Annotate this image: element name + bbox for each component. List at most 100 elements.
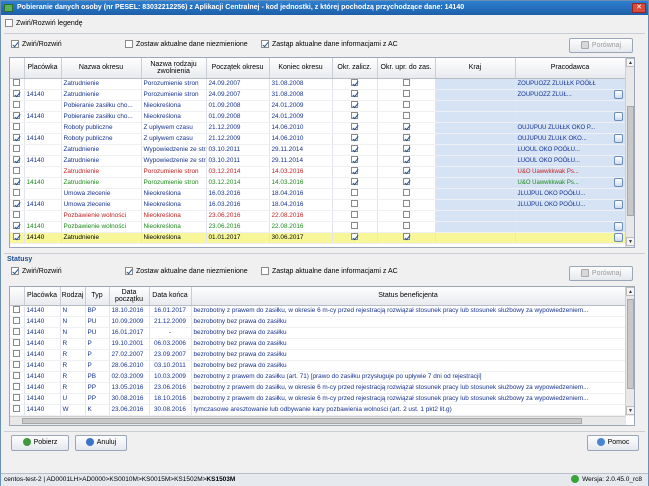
table-row[interactable]: 14140 Pobieranie zasiłku cho... Nieokreślo… (10, 111, 626, 123)
okr-upr-checkbox[interactable] (402, 123, 410, 131)
table-row[interactable]: 14140 W K 23.06.2016 30.08.2016 tymczasowe ar… (10, 404, 626, 416)
magnifier-icon[interactable] (613, 155, 623, 165)
row-select-checkbox[interactable] (13, 394, 21, 402)
magnifier-icon[interactable] (613, 89, 623, 99)
table-row[interactable]: 14140 N PU 10.09.2009 21.12.2009 bezrobotny b… (10, 316, 626, 328)
table-row[interactable]: Zatrudnienie Porozumienie stron 24.09.2007… (10, 78, 626, 90)
statusy-col-header[interactable]: Data końca (149, 287, 192, 306)
okr-upr-checkbox[interactable] (402, 145, 410, 153)
scroll-up-icon[interactable]: ▲ (626, 287, 634, 296)
row-select-checkbox[interactable] (13, 79, 21, 87)
table-row[interactable]: 14140 Zatrudnienie Wypowiedzenie ze str...… (10, 155, 626, 167)
okr-zalicz-checkbox[interactable] (351, 112, 358, 120)
row-select-checkbox[interactable] (13, 222, 21, 230)
okr-zalicz-checkbox[interactable] (351, 200, 358, 208)
row-select-checkbox[interactable] (13, 405, 21, 413)
okr-upr-checkbox[interactable] (402, 134, 410, 142)
statusy-hscroll[interactable] (10, 416, 625, 425)
table-row[interactable]: Pozbawienie wolności Nieokreślona 23.06.20… (10, 210, 626, 222)
okresy-col-header[interactable]: Placówka (24, 58, 62, 79)
magnifier-icon[interactable] (613, 233, 623, 242)
okr-zalicz-checkbox[interactable] (351, 134, 358, 142)
row-select-checkbox[interactable] (13, 123, 21, 131)
statusy-col-header[interactable]: Status beneficjenta (191, 287, 626, 306)
close-window-button[interactable]: ✕ (632, 3, 646, 13)
statusy-vscroll[interactable]: ▲ ▼ (625, 287, 634, 416)
statusy-hscroll-thumb[interactable] (22, 418, 582, 424)
pomoc-button[interactable]: Pomoc (587, 435, 639, 451)
okresy-keep-checkbox[interactable] (125, 40, 133, 49)
okresy-col-header[interactable]: Nazwa okresu (61, 58, 142, 79)
okresy-col-header[interactable]: Okr. upr. do zas. (377, 58, 436, 79)
magnifier-icon[interactable] (613, 177, 623, 187)
table-row[interactable]: 14140 Pozbawienie wolności Nieokreślona 23.… (10, 221, 626, 233)
statusy-compare-button[interactable]: Porównaj (569, 266, 633, 281)
okr-zalicz-checkbox[interactable] (351, 123, 358, 131)
row-select-checkbox[interactable] (13, 101, 21, 109)
row-select-checkbox[interactable] (13, 134, 21, 142)
okresy-keep-option[interactable]: Zostaw aktualne dane niezmienione (125, 40, 248, 49)
legend-toggle[interactable]: Zwiń/Rozwiń legendę (5, 19, 83, 28)
table-row[interactable]: Pobieranie zasiłku cho... Nieokreślona 01.… (10, 100, 626, 112)
magnifier-icon[interactable] (613, 133, 623, 143)
table-row[interactable]: 14140 R PP 13.05.2016 23.06.2016 bezrobotny z… (10, 382, 626, 394)
magnifier-icon[interactable] (613, 222, 623, 231)
okr-upr-checkbox[interactable] (402, 167, 410, 175)
okr-upr-checkbox[interactable] (402, 222, 410, 230)
okr-zalicz-checkbox[interactable] (351, 178, 358, 186)
statusy-col-header[interactable] (10, 287, 25, 306)
okresy-col-header[interactable]: Początek okresu (206, 58, 270, 79)
table-row[interactable]: 14140 R P 28.06.2010 03.10.2011 bezrobotny be… (10, 360, 626, 372)
okresy-col-header[interactable]: Okr. zalicz. (332, 58, 378, 79)
okr-zalicz-checkbox[interactable] (351, 189, 358, 197)
okr-zalicz-checkbox[interactable] (351, 233, 358, 241)
okr-upr-checkbox[interactable] (402, 233, 410, 241)
okr-upr-checkbox[interactable] (402, 189, 410, 197)
statusy-col-header[interactable]: Typ (85, 287, 110, 306)
okr-upr-checkbox[interactable] (402, 211, 410, 219)
okresy-col-header[interactable] (10, 58, 25, 79)
okr-upr-checkbox[interactable] (402, 178, 410, 186)
okresy-replace-option[interactable]: Zastąp aktualne dane informacjami z AC (261, 40, 398, 49)
statusy-col-header[interactable]: Placówka (24, 287, 61, 306)
okr-zalicz-checkbox[interactable] (351, 167, 358, 175)
table-row[interactable]: 14140 Zatrudnienie Porozumienie stron 03.12… (10, 177, 626, 189)
okr-zalicz-checkbox[interactable] (351, 145, 358, 153)
okresy-compare-button[interactable]: Porównaj (569, 38, 633, 53)
statusy-col-header[interactable]: Data początku (109, 287, 150, 306)
table-row[interactable]: Umowa zlecenie Nieokreślona 16.03.2016 18.0… (10, 188, 626, 200)
row-select-checkbox[interactable] (13, 361, 21, 369)
pobierz-button[interactable]: Pobierz (11, 435, 69, 451)
table-row[interactable]: Roboty publiczne Z upływem czasu 21.12.200… (10, 122, 626, 134)
legend-toggle-checkbox[interactable] (5, 19, 13, 28)
row-select-checkbox[interactable] (13, 156, 21, 164)
okresy-vscroll[interactable]: ▲ ▼ (625, 58, 634, 247)
statusy-collapse-checkbox[interactable] (11, 267, 19, 276)
table-row[interactable]: 14140 R P 19.10.2001 06.03.2006 bezrobotny be… (10, 338, 626, 350)
okresy-scroll-thumb[interactable] (627, 106, 634, 216)
okr-upr-checkbox[interactable] (402, 101, 410, 109)
row-select-checkbox[interactable] (13, 350, 21, 358)
okresy-col-header[interactable]: Pracodawca (515, 58, 626, 79)
row-select-checkbox[interactable] (13, 306, 21, 314)
row-select-checkbox[interactable] (13, 90, 21, 98)
statusy-keep-checkbox[interactable] (125, 267, 133, 276)
okresy-collapse[interactable]: Zwiń/Rozwiń (11, 40, 62, 49)
anuluj-button[interactable]: Anuluj (75, 435, 127, 451)
okr-zalicz-checkbox[interactable] (351, 101, 358, 109)
row-select-checkbox[interactable] (13, 372, 21, 380)
magnifier-icon[interactable] (613, 199, 623, 209)
table-row[interactable]: 14140 N BP 18.10.2016 16.01.2017 bezrobotny z… (10, 305, 626, 317)
okr-upr-checkbox[interactable] (402, 79, 410, 87)
table-row[interactable]: 14140 N PU 16.01.2017- bezrobotny bez prawa … (10, 327, 626, 339)
okr-upr-checkbox[interactable] (402, 112, 410, 120)
row-select-checkbox[interactable] (13, 328, 21, 336)
statusy-collapse[interactable]: Zwiń/Rozwiń (11, 267, 62, 276)
okresy-collapse-checkbox[interactable] (11, 40, 19, 49)
row-select-checkbox[interactable] (13, 317, 21, 325)
okr-upr-checkbox[interactable] (402, 90, 410, 98)
row-select-checkbox[interactable] (13, 200, 21, 208)
table-row[interactable]: 14140 Umowa zlecenie Nieokreślona 16.03.201… (10, 199, 626, 211)
table-row[interactable]: 14140 Zatrudnienie Porozumienie stron 24.09… (10, 89, 626, 101)
table-row[interactable]: 14140 Zatrudnienie Nieokreślona 01.01.2017 3… (10, 232, 626, 244)
